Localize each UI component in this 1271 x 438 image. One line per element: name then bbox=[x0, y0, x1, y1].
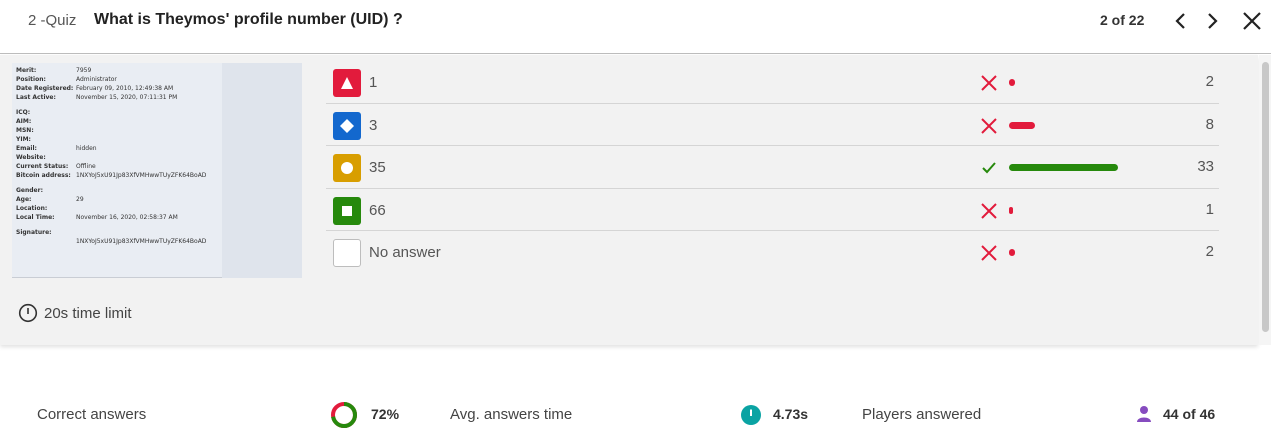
question-image: Merit: 7959 Position: Administrator Date Reg… bbox=[12, 63, 302, 278]
diamond-icon bbox=[333, 111, 361, 140]
answer-row: No answer 2 bbox=[326, 231, 1219, 274]
square-icon bbox=[333, 196, 361, 225]
profile-line: YIM: bbox=[16, 136, 31, 143]
answer-bar bbox=[1009, 79, 1015, 86]
answer-text: 1 bbox=[369, 74, 378, 91]
correct-answers-value: 72% bbox=[371, 406, 400, 422]
chevron-right-icon[interactable] bbox=[1201, 10, 1223, 32]
profile-line: Date Registered: February 09, 2010, 12:49… bbox=[16, 85, 174, 92]
answer-count: 1 bbox=[1205, 200, 1214, 218]
profile-line: ICQ: bbox=[16, 109, 31, 116]
quiz-number-label: 2 -Quiz bbox=[28, 12, 77, 29]
answer-text: 3 bbox=[369, 116, 378, 134]
time-limit-label: 20s time limit bbox=[44, 304, 132, 322]
chevron-left-icon[interactable] bbox=[1170, 10, 1192, 32]
profile-line: Website: bbox=[16, 154, 46, 161]
quiz-header: 2 -Quiz What is Theymos' profile number … bbox=[0, 0, 1271, 54]
question-title: What is Theymos' profile number (UID) ? bbox=[94, 11, 403, 28]
time-limit: 20s time limit bbox=[18, 303, 132, 323]
page-counter: 2 of 22 bbox=[1100, 12, 1145, 28]
circle-icon bbox=[333, 154, 361, 182]
none-icon bbox=[333, 239, 361, 267]
profile-line: Location: bbox=[16, 205, 48, 212]
timer-icon bbox=[741, 405, 761, 425]
answer-row: 12 bbox=[326, 61, 1219, 104]
correct-donut-icon bbox=[331, 402, 357, 428]
answer-text: 35 bbox=[369, 159, 386, 176]
profile-line: Merit: 7959 bbox=[16, 67, 92, 74]
profile-line: Email: hidden bbox=[16, 145, 97, 152]
cross-icon bbox=[980, 74, 998, 92]
user-icon bbox=[1137, 406, 1151, 422]
players-answered-label: Players answered bbox=[862, 406, 982, 423]
answer-row: 38 bbox=[326, 104, 1219, 146]
profile-line: Last Active: November 15, 2020, 07:11:31 … bbox=[16, 94, 178, 101]
avg-time-value: 4.73s bbox=[773, 406, 809, 422]
answer-bar bbox=[1009, 249, 1015, 256]
profile-line: Local Time: November 16, 2020, 02:58:37 A… bbox=[16, 214, 178, 221]
answer-count: 8 bbox=[1205, 115, 1214, 133]
check-icon bbox=[980, 159, 998, 177]
profile-line: Signature: bbox=[16, 229, 52, 236]
correct-answers-label: Correct answers bbox=[37, 406, 147, 423]
profile-line: Age: 29 bbox=[16, 196, 84, 203]
answer-row: 66 1 bbox=[326, 189, 1219, 231]
scrollbar-thumb[interactable] bbox=[1262, 62, 1269, 332]
answer-count: 33 bbox=[1197, 158, 1214, 175]
answer-bar bbox=[1009, 164, 1118, 171]
answer-count: 2 bbox=[1205, 243, 1214, 260]
avg-time-label: Avg. answers time bbox=[450, 406, 573, 423]
answer-bar bbox=[1009, 121, 1035, 129]
cross-icon bbox=[980, 202, 998, 220]
answer-row: 35 33 bbox=[326, 146, 1219, 189]
profile-line: 1NXYoJ5xU91Jp83XfVMHwwTUyZFK64BoAD bbox=[76, 238, 207, 245]
profile-line: Current Status: Offline bbox=[16, 163, 96, 170]
stats-bar: Correct answers 72% Avg. answers time 4.… bbox=[0, 396, 1271, 436]
answer-text: No answer bbox=[369, 244, 441, 261]
answer-list: 1 2 3 8 35 33 66 1 No answer 2 bbox=[326, 61, 1219, 274]
profile-line: Gender: bbox=[16, 187, 43, 194]
profile-line: Position: Administrator bbox=[16, 76, 117, 83]
triangle-icon bbox=[333, 69, 361, 97]
timer-icon bbox=[18, 303, 38, 323]
answer-text: 66 bbox=[369, 201, 386, 219]
profile-line: Bitcoin address: 1NXYoJ5xU91Jp83XfVMHwwTU… bbox=[16, 172, 207, 179]
players-answered-value: 44 of 46 bbox=[1163, 406, 1216, 422]
cross-icon bbox=[980, 244, 998, 262]
answer-bar bbox=[1009, 206, 1013, 214]
profile-line: MSN: bbox=[16, 127, 34, 134]
cross-icon bbox=[980, 117, 998, 135]
answer-count: 2 bbox=[1205, 73, 1214, 90]
profile-line: AIM: bbox=[16, 118, 32, 125]
close-icon[interactable] bbox=[1241, 10, 1263, 32]
